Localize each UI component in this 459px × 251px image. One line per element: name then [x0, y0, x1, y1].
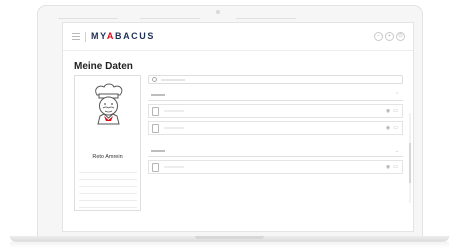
profile-name: Reto Amrein [92, 154, 123, 160]
menu-item[interactable] [79, 166, 137, 173]
section-header[interactable]: ⌃ [148, 91, 403, 101]
search-icon [152, 77, 157, 82]
app-header: MYABACUS − + ⏻ [63, 23, 413, 51]
document-icon [152, 124, 159, 133]
chevron-up-icon[interactable]: ⌃ [395, 92, 399, 98]
chevron-down-icon[interactable]: ⌄ [395, 148, 399, 154]
page-title: Meine Daten [74, 61, 133, 72]
laptop-notch [195, 236, 264, 239]
search-placeholder [161, 79, 185, 81]
document-title [164, 166, 184, 168]
document-icon [152, 107, 159, 116]
document-title [164, 110, 184, 112]
minus-circle-icon[interactable]: − [374, 32, 383, 41]
document-actions: ◉ ▭ [386, 125, 398, 131]
document-title [164, 127, 184, 129]
download-icon[interactable]: ▭ [393, 108, 398, 114]
webcam-icon [216, 10, 220, 14]
menu-item[interactable] [79, 187, 137, 194]
view-icon[interactable]: ◉ [386, 125, 390, 131]
logo-suffix: BACUS [114, 31, 155, 41]
menu-item[interactable] [79, 201, 137, 208]
menu-item[interactable] [79, 173, 137, 180]
menu-item[interactable] [79, 180, 137, 187]
document-actions: ◉ ▭ [386, 108, 398, 114]
document-section: ⌃ ◉ ▭ ◉ ▭ [148, 91, 403, 135]
power-icon[interactable]: ⏻ [396, 32, 405, 41]
hamburger-menu-icon[interactable] [72, 33, 80, 40]
document-actions: ◉ ▭ [386, 164, 398, 170]
scrollbar-thumb[interactable] [409, 143, 411, 183]
document-row[interactable]: ◉ ▭ [148, 104, 403, 118]
laptop-screen: MYABACUS − + ⏻ Meine Daten Reto Amrein ⌃… [62, 22, 414, 232]
document-row[interactable]: ◉ ▭ [148, 121, 403, 135]
search-input[interactable] [148, 75, 403, 84]
menu-item[interactable] [79, 194, 137, 201]
section-label [151, 94, 165, 96]
laptop-shadow [10, 242, 449, 248]
decor-line [140, 18, 200, 19]
section-label [151, 150, 165, 152]
section-header[interactable]: ⌄ [148, 147, 403, 157]
logo-accent: A [106, 31, 115, 41]
document-row[interactable]: ◉ ▭ [148, 160, 403, 174]
profile-card: Reto Amrein [74, 75, 141, 211]
decor-line [236, 18, 296, 19]
decor-line [58, 18, 118, 19]
logo-prefix: MY [91, 31, 107, 41]
chef-avatar-icon [95, 83, 123, 125]
header-actions: − + ⏻ [374, 32, 405, 41]
view-icon[interactable]: ◉ [386, 164, 390, 170]
plus-circle-icon[interactable]: + [385, 32, 394, 41]
profile-menu [79, 166, 137, 208]
header-divider [85, 32, 86, 42]
document-section: ⌄ ◉ ▭ [148, 147, 403, 174]
app-logo[interactable]: MYABACUS [91, 31, 155, 41]
download-icon[interactable]: ▭ [393, 125, 398, 131]
view-icon[interactable]: ◉ [386, 108, 390, 114]
document-icon [152, 163, 159, 172]
download-icon[interactable]: ▭ [393, 164, 398, 170]
